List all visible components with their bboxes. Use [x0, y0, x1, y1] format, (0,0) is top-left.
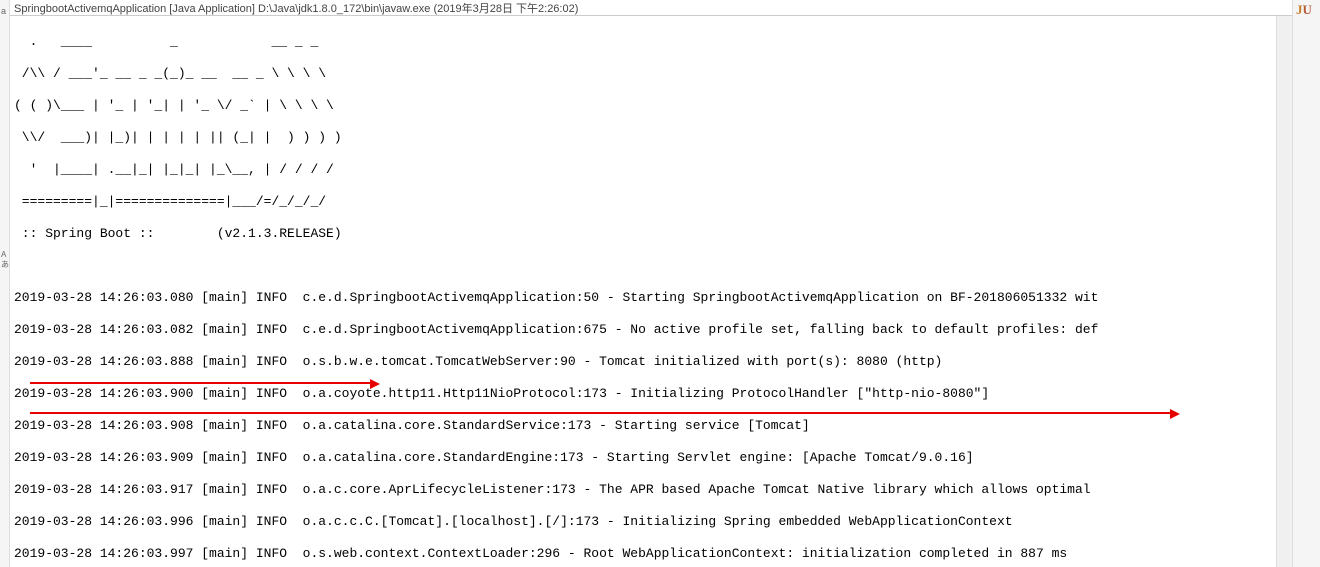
banner-line: ( ( )\___ | '_ | '_| | '_ \/ _` | \ \ \ … — [14, 98, 1288, 114]
junit-u: U — [1303, 2, 1312, 17]
banner-line: :: Spring Boot :: (v2.1.3.RELEASE) — [14, 226, 1288, 242]
banner-line: ' |____| .__|_| |_|_| |_\__, | / / / / — [14, 162, 1288, 178]
log-line: 2019-03-28 14:26:03.996 [main] INFO o.a.… — [14, 514, 1288, 530]
log-line: 2019-03-28 14:26:03.997 [main] INFO o.s.… — [14, 546, 1288, 562]
log-line: 2019-03-28 14:26:03.082 [main] INFO c.e.… — [14, 322, 1288, 338]
log-line: 2019-03-28 14:26:03.908 [main] INFO o.a.… — [14, 418, 1288, 434]
console-header: SpringbootActivemqApplication [Java Appl… — [10, 0, 1292, 16]
banner-line: /\\ / ___'_ __ _ _(_)_ __ __ _ \ \ \ \ — [14, 66, 1288, 82]
console-text: . ____ _ __ _ _ /\\ / ___'_ __ _ _(_)_ _… — [14, 18, 1288, 567]
log-line: 2019-03-28 14:26:03.080 [main] INFO c.e.… — [14, 290, 1288, 306]
banner-line: \\/ ___)| |_)| | | | | || (_| | ) ) ) ) — [14, 130, 1288, 146]
blank-line — [14, 258, 1288, 274]
log-line: 2019-03-28 14:26:03.888 [main] INFO o.s.… — [14, 354, 1288, 370]
console-title: SpringbootActivemqApplication [Java Appl… — [14, 0, 578, 16]
console-panel: SpringbootActivemqApplication [Java Appl… — [10, 0, 1292, 567]
log-line: 2019-03-28 14:26:03.917 [main] INFO o.a.… — [14, 482, 1288, 498]
junit-icon[interactable]: JU — [1296, 2, 1312, 18]
console-output[interactable]: . ____ _ __ _ _ /\\ / ___'_ __ _ _(_)_ _… — [10, 16, 1292, 567]
gutter-label-mid: Aあ — [1, 250, 9, 270]
left-gutter: a Aあ — [0, 0, 10, 567]
banner-line: =========|_|==============|___/=/_/_/_/ — [14, 194, 1288, 210]
banner-line: . ____ _ __ _ _ — [14, 34, 1288, 50]
vertical-scrollbar[interactable] — [1276, 16, 1292, 567]
log-line: 2019-03-28 14:26:03.909 [main] INFO o.a.… — [14, 450, 1288, 466]
log-line: 2019-03-28 14:26:03.900 [main] INFO o.a.… — [14, 386, 1288, 402]
gutter-label-top: a — [1, 6, 6, 16]
right-gutter: JU — [1292, 0, 1320, 567]
